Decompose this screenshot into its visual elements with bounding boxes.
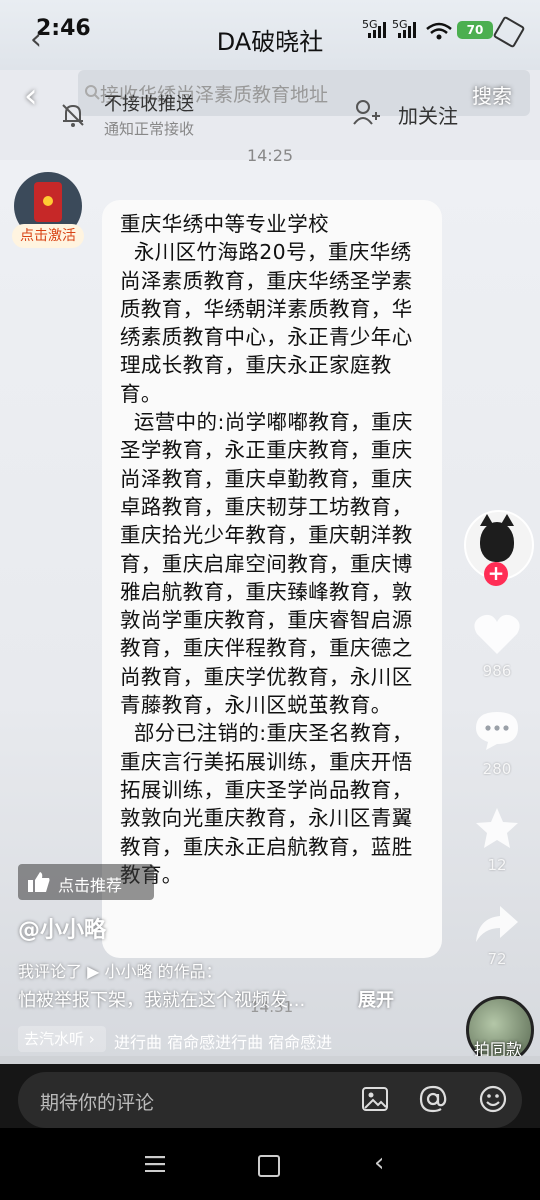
recent-apps-icon[interactable] <box>145 1156 165 1172</box>
home-icon[interactable] <box>258 1155 280 1177</box>
emoji-icon[interactable] <box>478 1084 508 1114</box>
wifi-icon <box>426 22 452 40</box>
activate-button[interactable]: 点击激活 <box>12 224 84 248</box>
search-button[interactable]: 搜索 <box>472 80 512 109</box>
heart-icon[interactable] <box>472 612 522 656</box>
signal-bars-icon <box>368 22 386 38</box>
like-count: 986 <box>482 662 512 680</box>
search-icon <box>85 85 100 100</box>
image-icon[interactable] <box>360 1084 390 1114</box>
bell-mute-icon <box>62 104 84 127</box>
comment-icon[interactable] <box>472 708 522 752</box>
follow-button[interactable]: 加关注 <box>398 100 458 129</box>
message-text: 重庆华绣中等专业学校 永川区竹海路20号，重庆华绣尚泽素质教育，重庆华绣圣学素质… <box>120 212 413 887</box>
add-person-icon[interactable] <box>352 98 380 126</box>
back-icon[interactable]: ‹ <box>24 76 38 116</box>
signal-bars-icon-2 <box>398 22 416 38</box>
star-icon[interactable] <box>472 806 522 850</box>
comment-count: 280 <box>482 760 512 778</box>
battery-indicator: 70 <box>457 21 493 39</box>
cat-icon <box>480 514 514 562</box>
notify-title[interactable]: 不接收推送 <box>104 90 194 116</box>
expand-link[interactable]: 展开 <box>358 986 394 1012</box>
red-packet-icon <box>34 182 62 222</box>
music-tag[interactable]: 去汽水听 › <box>18 1026 106 1052</box>
notify-subtitle: 通知正常接收 <box>104 120 195 138</box>
comment-placeholder: 期待你的评论 <box>40 1092 155 1114</box>
chat-back-icon[interactable]: ‹ <box>30 22 42 57</box>
favorite-count: 12 <box>487 856 507 874</box>
timestamp: 14:25 <box>246 146 294 165</box>
comment-line-1: 我评论了 ▶ 小小略 的作品： <box>18 962 222 981</box>
mention-icon[interactable] <box>418 1084 448 1114</box>
share-icon[interactable] <box>472 902 522 946</box>
author-name[interactable]: @小小略 <box>18 912 106 944</box>
recommend-label: 点击推荐 <box>58 876 123 895</box>
nav-back-icon[interactable]: ‹ <box>374 1148 384 1178</box>
comment-line-2: 怕被举报下架，我就在这个视频发... <box>18 990 306 1011</box>
music-title: 进行曲 宿命感进行曲 宿命感进 <box>114 1033 333 1052</box>
share-count: 72 <box>487 950 507 968</box>
follow-plus-icon[interactable]: + <box>484 562 508 586</box>
thumb-up-icon <box>28 872 50 892</box>
